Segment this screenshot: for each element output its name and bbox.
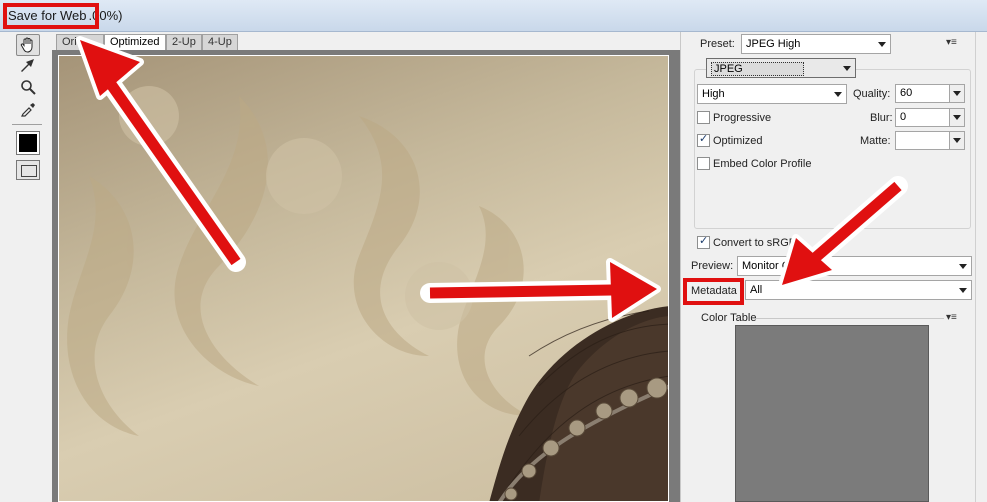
tab-2-up[interactable]: 2-Up (166, 34, 202, 50)
quality-preset-dropdown[interactable]: High (697, 84, 847, 104)
chevron-down-icon (878, 42, 886, 47)
panel-scroll-edge (975, 32, 976, 502)
blur-slider-button[interactable] (949, 109, 964, 126)
optimized-label: Optimized (713, 135, 763, 147)
title-bar: Save for Web .00%) (0, 0, 987, 32)
eyedropper-color-swatch[interactable] (16, 131, 40, 155)
zoom-icon[interactable] (16, 76, 40, 98)
quality-field[interactable]: 60 (895, 84, 965, 103)
convert-srgb-checkbox[interactable] (697, 234, 710, 249)
tab-4-up-label: 4-Up (208, 36, 232, 48)
preview-dropdown[interactable]: Monitor C (737, 256, 972, 276)
quality-label: Quality: (853, 88, 891, 100)
title-highlight-box (3, 3, 99, 29)
tab-4-up[interactable]: 4-Up (202, 34, 238, 50)
optimized-checkbox[interactable] (697, 132, 710, 147)
hand-tool-icon[interactable] (16, 34, 40, 56)
preset-dropdown-value: JPEG High (746, 38, 801, 50)
tab-optimized[interactable]: Optimized (104, 34, 166, 50)
preview-label: Preview: (691, 260, 734, 272)
format-dropdown[interactable]: JPEG (706, 58, 856, 78)
progressive-label: Progressive (713, 112, 772, 124)
embed-color-profile-checkbox[interactable] (697, 157, 710, 170)
slice-select-icon[interactable] (16, 54, 40, 76)
quality-field-value: 60 (900, 87, 913, 99)
preset-dropdown[interactable]: JPEG High (741, 34, 891, 54)
tab-optimized-label: Optimized (110, 36, 160, 48)
tab-original[interactable]: Ori (56, 34, 104, 50)
preview-image[interactable] (58, 55, 669, 502)
matte-dropdown-button[interactable] (949, 132, 964, 149)
toggle-slices-icon[interactable] (16, 160, 40, 180)
metadata-highlight-box (683, 278, 744, 305)
toolbox-divider (12, 124, 42, 125)
metadata-dropdown[interactable]: All (745, 280, 972, 300)
blur-label: Blur: (870, 112, 893, 124)
blur-field-value: 0 (900, 111, 907, 123)
preset-label: Preset: (700, 38, 735, 50)
chevron-down-icon (843, 66, 851, 71)
quality-slider-button[interactable] (949, 85, 964, 102)
progressive-checkbox[interactable] (697, 111, 710, 124)
tab-2-up-label: 2-Up (172, 36, 196, 48)
toolbox (0, 32, 52, 502)
chevron-down-icon (959, 288, 967, 293)
tab-original-label: Ori (62, 36, 77, 48)
convert-srgb-label: Convert to sRGB (713, 237, 797, 249)
chevron-down-icon (834, 92, 842, 97)
format-dropdown-value: JPEG (711, 62, 804, 76)
panel-menu-icon[interactable]: ▾≡ (946, 37, 957, 48)
color-table-menu-icon[interactable]: ▾≡ (946, 312, 957, 323)
quality-preset-value: High (702, 88, 725, 100)
eyedropper-icon[interactable] (16, 98, 40, 120)
photo-artwork (67, 86, 668, 501)
color-table-title: Color Table (701, 312, 757, 324)
chevron-down-icon (959, 264, 967, 269)
color-table-header-rule (756, 318, 944, 319)
view-tabs: Ori Optimized 2-Up 4-Up (52, 34, 680, 50)
matte-label: Matte: (860, 135, 891, 147)
preview-dropdown-value: Monitor C (742, 260, 790, 272)
metadata-dropdown-value: All (750, 284, 763, 296)
color-table-swatches (735, 325, 929, 502)
matte-field[interactable] (895, 131, 965, 150)
embed-color-profile-label: Embed Color Profile (713, 158, 812, 170)
blur-field[interactable]: 0 (895, 108, 965, 127)
